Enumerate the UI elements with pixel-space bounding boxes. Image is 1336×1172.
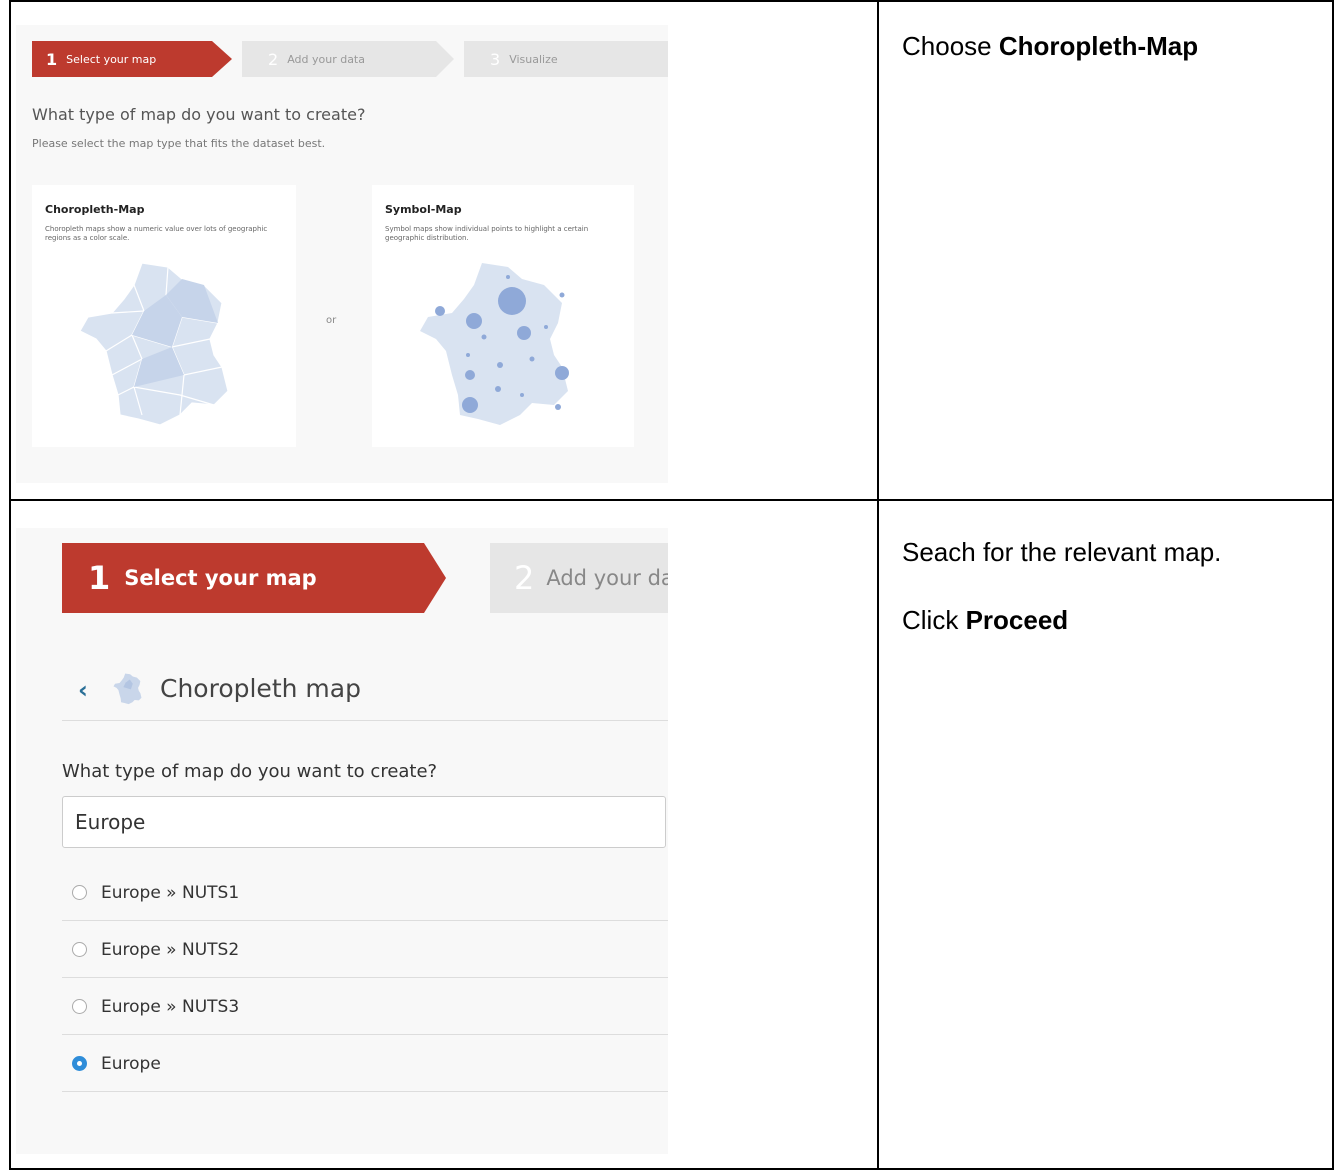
step-label: Add your dat — [546, 566, 668, 590]
map-type-subtitle: Please select the map type that fits the… — [32, 137, 326, 150]
map-search-input[interactable] — [62, 796, 666, 848]
step-label: Select your map — [66, 52, 157, 66]
step-number: 2 — [268, 49, 279, 69]
map-option-europe-nuts2[interactable]: Europe » NUTS2 — [62, 922, 668, 978]
wizard-step-select-map[interactable]: 1 Select your map — [62, 543, 446, 613]
option-label: Europe — [101, 1053, 161, 1074]
map-type-screenshot: 1 Select your map 2 Add your data 3 Visu… — [16, 25, 668, 483]
card-title: Choropleth-Map — [45, 203, 145, 216]
option-label: Europe » NUTS1 — [101, 882, 240, 903]
instruction-step-2-proceed: Click Proceed — [902, 605, 1069, 635]
choropleth-france-map-icon — [79, 262, 229, 426]
radio-button-selected[interactable] — [72, 1056, 87, 1071]
wizard-step-add-data[interactable]: 2 Add your dat — [490, 543, 668, 613]
radio-button[interactable] — [72, 885, 87, 900]
map-type-title: Choropleth map — [160, 674, 361, 703]
card-description: Choropleth maps show a numeric value ove… — [45, 225, 268, 242]
card-description: Symbol maps show individual points to hi… — [385, 225, 589, 242]
step-number: 1 — [88, 559, 111, 597]
step-label: Add your data — [287, 52, 365, 66]
back-chevron-icon[interactable]: ‹ — [78, 676, 88, 704]
wizard-step-select-map[interactable]: 1 Select your map — [32, 41, 232, 77]
map-option-europe-nuts3[interactable]: Europe » NUTS3 — [62, 979, 668, 1035]
step-number: 2 — [514, 559, 535, 597]
instruction-emphasis: Proceed — [965, 605, 1069, 635]
column-divider — [877, 2, 879, 1168]
or-separator: or — [326, 315, 337, 326]
step-number: 1 — [46, 49, 58, 69]
radio-button[interactable] — [72, 999, 87, 1014]
option-label: Europe » NUTS3 — [101, 996, 240, 1017]
map-search-screenshot: 1 Select your map 2 Add your dat ‹ Choro… — [16, 528, 668, 1154]
card-title: Symbol-Map — [385, 203, 462, 216]
option-label: Europe » NUTS2 — [101, 939, 240, 960]
map-option-europe[interactable]: Europe — [62, 1036, 668, 1092]
instruction-emphasis: Choropleth-Map — [998, 31, 1199, 61]
wizard-step-visualize[interactable]: 3 Visualize — [464, 41, 668, 77]
instruction-step-2-search: Seach for the relevant map. — [902, 537, 1222, 567]
wizard-step-add-data[interactable]: 2 Add your data — [242, 41, 454, 77]
instruction-step-1: Choose Choropleth-Map — [902, 31, 1199, 61]
map-type-question: What type of map do you want to create? — [32, 105, 366, 124]
radio-button[interactable] — [72, 942, 87, 957]
step-label: Select your map — [124, 566, 317, 590]
symbol-france-map-icon — [420, 263, 569, 425]
map-question-label: What type of map do you want to create? — [62, 761, 438, 782]
map-option-europe-nuts1[interactable]: Europe » NUTS1 — [62, 865, 668, 921]
step-label: Visualize — [509, 52, 558, 66]
step-number: 3 — [490, 49, 501, 69]
row-divider — [11, 499, 1332, 501]
symbol-map-card[interactable]: Symbol-Map Symbol maps show individual p… — [372, 185, 634, 447]
choropleth-map-card[interactable]: Choropleth-Map Choropleth maps show a nu… — [32, 185, 296, 447]
map-type-header: ‹ Choropleth map — [62, 668, 668, 721]
choropleth-thumbnail-icon — [113, 673, 142, 705]
